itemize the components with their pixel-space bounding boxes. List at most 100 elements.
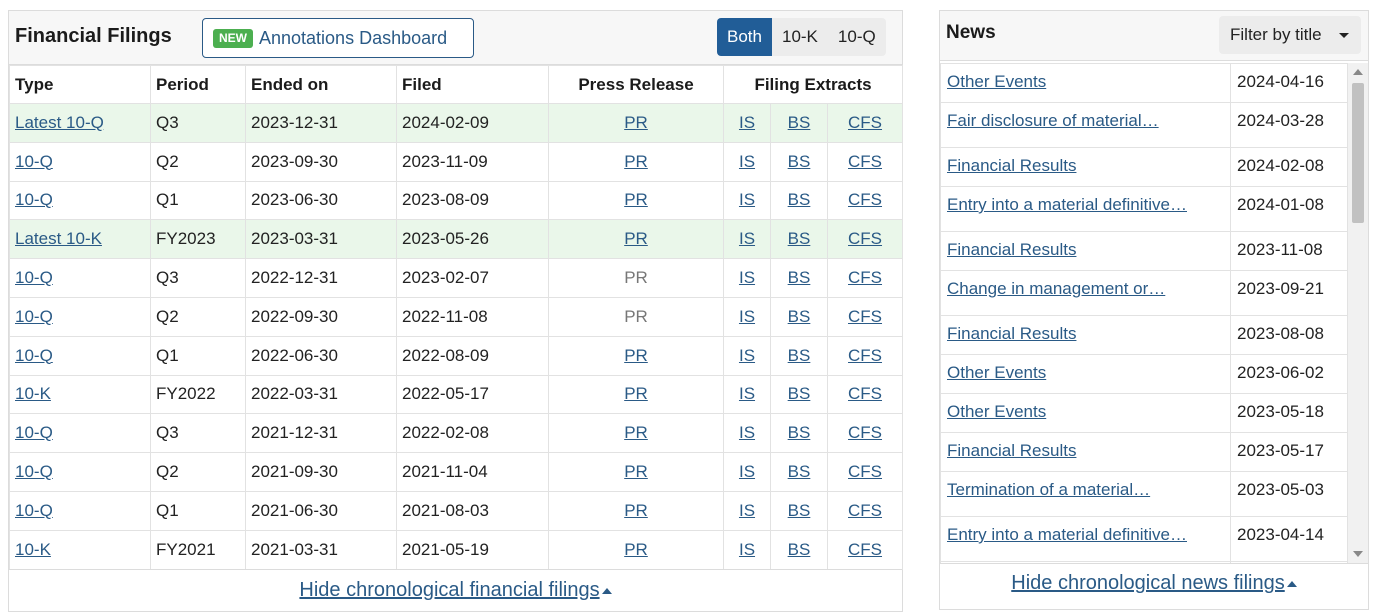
press-release-cell: PR	[548, 258, 724, 298]
press-release-link[interactable]: PR	[624, 384, 648, 403]
filing-type-link[interactable]: 10-Q	[15, 190, 53, 209]
news-title-link[interactable]: Termination of a material…	[947, 480, 1150, 499]
cash-flow-statement-link[interactable]: CFS	[848, 540, 882, 559]
cash-flow-statement-link[interactable]: CFS	[848, 113, 882, 132]
news-title-link[interactable]: Financial Results	[947, 156, 1076, 175]
income-statement-link[interactable]: IS	[739, 268, 755, 287]
income-statement-cell: IS	[723, 103, 771, 143]
list-item: Termination of a material… 2023-05-03	[940, 471, 1348, 517]
balance-sheet-cell: BS	[770, 180, 828, 221]
news-panel: News Filter by title Other Events 2024-04…	[939, 10, 1369, 610]
scroll-down-arrow-icon[interactable]	[1353, 551, 1363, 557]
press-release-link[interactable]: PR	[624, 229, 648, 248]
news-title-link[interactable]: Entry into a material definitive…	[947, 525, 1187, 544]
balance-sheet-link[interactable]: BS	[788, 423, 811, 442]
balance-sheet-link[interactable]: BS	[788, 384, 811, 403]
news-title-link[interactable]: Other Events	[947, 72, 1046, 91]
col-period: Period	[150, 65, 246, 104]
news-title-link[interactable]: Fair disclosure of material…	[947, 111, 1159, 130]
filing-type-link[interactable]: 10-Q	[15, 307, 53, 326]
cash-flow-statement-link[interactable]: CFS	[848, 423, 882, 442]
news-title-link[interactable]: Change in management or…	[947, 279, 1165, 298]
income-statement-link[interactable]: IS	[739, 423, 755, 442]
news-list-scroll[interactable]: Other Events 2024-04-16 Fair disclosure of…	[940, 63, 1368, 563]
balance-sheet-cell: BS	[770, 374, 828, 415]
income-statement-link[interactable]: IS	[739, 190, 755, 209]
filing-type-link[interactable]: 10-Q	[15, 346, 53, 365]
press-release-link[interactable]: PR	[624, 462, 648, 481]
filter-by-title-dropdown[interactable]: Filter by title	[1219, 16, 1361, 54]
balance-sheet-link[interactable]: BS	[788, 462, 811, 481]
balance-sheet-link[interactable]: BS	[788, 229, 811, 248]
cash-flow-statement-link[interactable]: CFS	[848, 346, 882, 365]
filed-text: 2021-05-19	[402, 539, 489, 559]
period-cell: Q2	[150, 452, 246, 492]
filed-text: 2022-08-09	[402, 345, 489, 365]
press-release-link[interactable]: PR	[624, 190, 648, 209]
balance-sheet-link[interactable]: BS	[788, 113, 811, 132]
income-statement-cell: IS	[723, 529, 771, 570]
scroll-up-arrow-icon[interactable]	[1353, 69, 1363, 75]
income-statement-link[interactable]: IS	[739, 113, 755, 132]
balance-sheet-link[interactable]: BS	[788, 307, 811, 326]
filing-type-link[interactable]: 10-Q	[15, 268, 53, 287]
hide-news-filings-link[interactable]: Hide chronological news filings	[1011, 572, 1297, 595]
balance-sheet-link[interactable]: BS	[788, 152, 811, 171]
press-release-link[interactable]: PR	[624, 501, 648, 520]
news-title-link[interactable]: Financial Results	[947, 441, 1076, 460]
news-title-link[interactable]: Financial Results	[947, 324, 1076, 343]
filing-type-link[interactable]: 10-K	[15, 540, 51, 559]
income-statement-link[interactable]: IS	[739, 462, 755, 481]
income-statement-link[interactable]: IS	[739, 384, 755, 403]
cash-flow-statement-link[interactable]: CFS	[848, 384, 882, 403]
filing-type-link[interactable]: 10-Q	[15, 501, 53, 520]
annotations-dashboard-button[interactable]: NEW Annotations Dashboard	[202, 18, 474, 58]
press-release-link[interactable]: PR	[624, 346, 648, 365]
cash-flow-statement-link[interactable]: CFS	[848, 229, 882, 248]
cash-flow-statement-link[interactable]: CFS	[848, 501, 882, 520]
balance-sheet-link[interactable]: BS	[788, 501, 811, 520]
income-statement-link[interactable]: IS	[739, 501, 755, 520]
press-release-link[interactable]: PR	[624, 113, 648, 132]
balance-sheet-link[interactable]: BS	[788, 268, 811, 287]
filing-type-link[interactable]: 10-Q	[15, 152, 53, 171]
income-statement-link[interactable]: IS	[739, 307, 755, 326]
income-statement-link[interactable]: IS	[739, 152, 755, 171]
filing-type-link[interactable]: 10-K	[15, 384, 51, 403]
news-title-link[interactable]: Entry into a material definitive…	[947, 195, 1187, 214]
balance-sheet-link[interactable]: BS	[788, 190, 811, 209]
balance-sheet-link[interactable]: BS	[788, 346, 811, 365]
news-title-link[interactable]: Other Events	[947, 402, 1046, 421]
press-release-link[interactable]: PR	[624, 540, 648, 559]
cash-flow-statement-link[interactable]: CFS	[848, 190, 882, 209]
cash-flow-statement-link[interactable]: CFS	[848, 307, 882, 326]
hide-financial-filings-link[interactable]: Hide chronological financial filings	[299, 579, 612, 602]
income-statement-link[interactable]: IS	[739, 540, 755, 559]
filing-type-link[interactable]: Latest 10-K	[15, 229, 102, 248]
toggle-10k[interactable]: 10-K	[771, 18, 828, 56]
caret-up-icon	[601, 587, 612, 594]
press-release-link[interactable]: PR	[624, 423, 648, 442]
filed-text: 2021-11-04	[402, 462, 488, 482]
press-release-cell: PR	[548, 452, 724, 492]
income-statement-link[interactable]: IS	[739, 229, 755, 248]
balance-sheet-link[interactable]: BS	[788, 540, 811, 559]
filing-type-link[interactable]: 10-Q	[15, 423, 53, 442]
news-title-link[interactable]: Other Events	[947, 363, 1046, 382]
filing-type-cell: 10-K	[9, 529, 151, 570]
news-scrollbar[interactable]	[1348, 63, 1368, 563]
cash-flow-statement-link[interactable]: CFS	[848, 462, 882, 481]
balance-sheet-cell: BS	[770, 335, 828, 376]
filed-text: 2021-08-03	[402, 500, 489, 520]
news-title-link[interactable]: Financial Results	[947, 240, 1076, 259]
income-statement-link[interactable]: IS	[739, 346, 755, 365]
filing-type-link[interactable]: 10-Q	[15, 462, 53, 481]
table-row: 10-Q Q1 2021-06-30 2021-08-03 PR IS BS CFS	[9, 490, 904, 531]
cash-flow-statement-link[interactable]: CFS	[848, 152, 882, 171]
toggle-10q[interactable]: 10-Q	[827, 18, 886, 56]
filing-type-link[interactable]: Latest 10-Q	[15, 113, 104, 132]
cash-flow-statement-link[interactable]: CFS	[848, 268, 882, 287]
toggle-both[interactable]: Both	[717, 18, 772, 56]
press-release-link[interactable]: PR	[624, 152, 648, 171]
scrollbar-thumb[interactable]	[1352, 83, 1364, 223]
